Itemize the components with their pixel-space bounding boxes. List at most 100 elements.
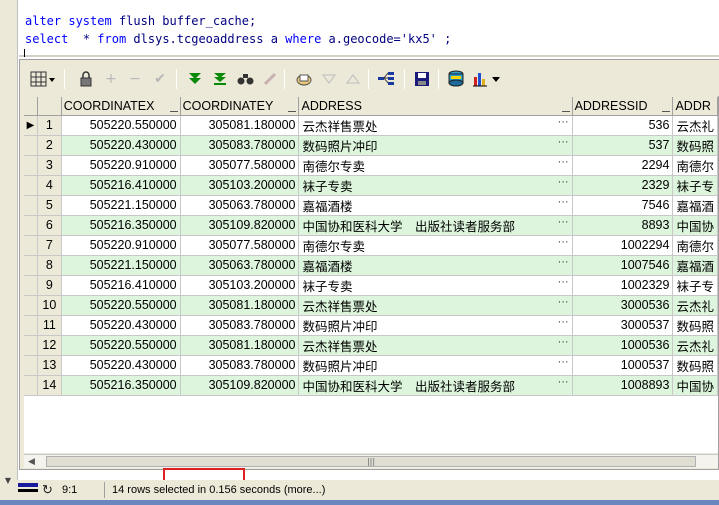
filter-icon[interactable] xyxy=(319,69,339,89)
horizontal-scrollbar[interactable]: ◀ ||| xyxy=(24,454,718,468)
scroll-left-icon[interactable]: ◀ xyxy=(28,455,35,469)
cell-coordinatex[interactable]: 505216.410000 xyxy=(61,175,181,196)
row-number[interactable]: 12 xyxy=(37,335,62,356)
cell-addr[interactable]: 数码照 xyxy=(672,135,718,156)
cell-coordinatex[interactable]: 505216.350000 xyxy=(61,375,181,396)
cell-editor-button[interactable]: ··· xyxy=(558,196,569,208)
cell-coordinatex[interactable]: 505216.350000 xyxy=(61,215,181,236)
cell-coordinatex[interactable]: 505220.550000 xyxy=(61,115,181,136)
cell-address[interactable]: 中国协和医科大学 出版社读者服务部 ··· xyxy=(298,375,573,396)
cell-address[interactable]: 数码照片冲印 ··· xyxy=(298,315,573,336)
cell-editor-button[interactable]: ··· xyxy=(558,376,569,388)
table-row[interactable]: 6 505216.350000 305109.820000 中国协和医科大学 出版社读… xyxy=(24,215,718,236)
save-icon[interactable] xyxy=(412,69,432,89)
cell-addr[interactable]: 中国协 xyxy=(672,215,718,236)
post-icon[interactable]: ✔ xyxy=(150,69,170,89)
cell-addr[interactable]: 数码照 xyxy=(672,315,718,336)
cell-addr[interactable]: 云杰礼 xyxy=(672,295,718,316)
cell-addressid[interactable]: 1002329 xyxy=(572,275,674,296)
table-row[interactable]: 2 505220.430000 305083.780000 数码照片冲印 ··· 537 数… xyxy=(24,135,718,156)
cell-address[interactable]: 云杰祥售票处 ··· xyxy=(298,295,573,316)
cell-coordinatex[interactable]: 505216.410000 xyxy=(61,275,181,296)
cell-address[interactable]: 嘉福酒楼 ··· xyxy=(298,255,573,276)
row-indicator[interactable] xyxy=(24,275,38,296)
cell-editor-button[interactable]: ··· xyxy=(558,356,569,368)
cell-coordinatey[interactable]: 305077.580000 xyxy=(180,235,300,256)
chart-icon[interactable] xyxy=(472,69,502,89)
cell-addr[interactable]: 嘉福酒 xyxy=(672,195,718,216)
row-number[interactable]: 7 xyxy=(37,235,62,256)
cell-coordinatex[interactable]: 505221.150000 xyxy=(61,255,181,276)
cell-addressid[interactable]: 2294 xyxy=(572,155,674,176)
cell-address[interactable]: 南德尔专卖 ··· xyxy=(298,155,573,176)
cell-address[interactable]: 云杰祥售票处 ··· xyxy=(298,335,573,356)
fetch-last-icon[interactable] xyxy=(210,69,230,89)
scrollbar-thumb[interactable]: ||| xyxy=(46,456,696,467)
sort-handle[interactable] xyxy=(288,110,297,112)
table-row[interactable]: 10 505220.550000 305081.180000 云杰祥售票处 ··· 300… xyxy=(24,295,718,316)
sort-handle[interactable] xyxy=(169,110,178,112)
cell-addressid[interactable]: 536 xyxy=(572,115,674,136)
cell-address[interactable]: 数码照片冲印 ··· xyxy=(298,355,573,376)
row-number[interactable]: 10 xyxy=(37,295,62,316)
row-indicator[interactable] xyxy=(24,195,38,216)
cell-coordinatey[interactable]: 305063.780000 xyxy=(180,195,300,216)
row-number[interactable]: 14 xyxy=(37,375,62,396)
row-number[interactable]: 8 xyxy=(37,255,62,276)
cell-coordinatey[interactable]: 305103.200000 xyxy=(180,275,300,296)
row-indicator[interactable] xyxy=(24,215,38,236)
cell-address[interactable]: 袜子专卖 ··· xyxy=(298,275,573,296)
table-row[interactable]: 7 505220.910000 305077.580000 南德尔专卖 ··· 10022… xyxy=(24,235,718,256)
cell-coordinatey[interactable]: 305063.780000 xyxy=(180,255,300,276)
sort-handle[interactable] xyxy=(561,110,570,112)
cell-addressid[interactable]: 1007546 xyxy=(572,255,674,276)
cell-coordinatex[interactable]: 505220.550000 xyxy=(61,295,181,316)
export-icon[interactable] xyxy=(446,69,466,89)
row-indicator[interactable] xyxy=(24,255,38,276)
status-message[interactable]: 14 rows selected in 0.156 seconds (more.… xyxy=(112,484,325,496)
table-row[interactable]: 4 505216.410000 305103.200000 袜子专卖 ··· 2329 袜子… xyxy=(24,175,718,196)
cell-addressid[interactable]: 2329 xyxy=(572,175,674,196)
refresh-icon[interactable]: ↻ xyxy=(42,482,53,498)
cell-editor-button[interactable]: ··· xyxy=(558,236,569,248)
query-by-example-icon[interactable] xyxy=(294,69,314,89)
table-row[interactable]: 12 505220.550000 305081.180000 云杰祥售票处 ··· 100… xyxy=(24,335,718,356)
table-row[interactable]: 8 505221.150000 305063.780000 嘉福酒楼 ··· 100754… xyxy=(24,255,718,276)
table-row[interactable]: 3 505220.910000 305077.580000 南德尔专卖 ··· 2294 南… xyxy=(24,155,718,176)
cell-addressid[interactable]: 1000537 xyxy=(572,355,674,376)
cell-addr[interactable]: 南德尔 xyxy=(672,235,718,256)
column-header-addressid[interactable]: ADDRESSID xyxy=(572,97,674,116)
cell-addressid[interactable]: 537 xyxy=(572,135,674,156)
cell-address[interactable]: 云杰祥售票处 ··· xyxy=(298,115,573,136)
corner-header[interactable] xyxy=(24,97,38,116)
cell-editor-button[interactable]: ··· xyxy=(558,156,569,168)
rownum-header[interactable] xyxy=(37,97,62,116)
sql-editor[interactable]: alter system flush buffer_cache; select … xyxy=(19,0,719,57)
cell-editor-button[interactable]: ··· xyxy=(558,216,569,228)
fetch-next-icon[interactable] xyxy=(185,69,205,89)
row-indicator[interactable] xyxy=(24,135,38,156)
scroll-down-icon[interactable]: ▼ xyxy=(2,475,14,487)
table-row[interactable]: 9 505216.410000 305103.200000 袜子专卖 ··· 100232… xyxy=(24,275,718,296)
row-indicator[interactable] xyxy=(24,175,38,196)
cell-address[interactable]: 中国协和医科大学 出版社读者服务部 ··· xyxy=(298,215,573,236)
cell-coordinatex[interactable]: 505220.430000 xyxy=(61,355,181,376)
cell-coordinatey[interactable]: 305103.200000 xyxy=(180,175,300,196)
tree-icon[interactable] xyxy=(376,69,396,89)
cell-coordinatex[interactable]: 505220.430000 xyxy=(61,135,181,156)
table-row[interactable]: 5 505221.150000 305063.780000 嘉福酒楼 ··· 7546 嘉福… xyxy=(24,195,718,216)
row-number[interactable]: 4 xyxy=(37,175,62,196)
lock-icon[interactable] xyxy=(76,69,96,89)
row-number[interactable]: 2 xyxy=(37,135,62,156)
add-record-icon[interactable]: + xyxy=(101,69,121,89)
cell-coordinatey[interactable]: 305081.180000 xyxy=(180,295,300,316)
cell-editor-button[interactable]: ··· xyxy=(558,296,569,308)
current-row-indicator-icon[interactable]: ▶ xyxy=(24,115,38,136)
cell-editor-button[interactable]: ··· xyxy=(558,336,569,348)
cell-address[interactable]: 嘉福酒楼 ··· xyxy=(298,195,573,216)
cell-coordinatey[interactable]: 305083.780000 xyxy=(180,315,300,336)
row-indicator[interactable] xyxy=(24,355,38,376)
cell-editor-button[interactable]: ··· xyxy=(558,276,569,288)
cell-coordinatey[interactable]: 305081.180000 xyxy=(180,335,300,356)
column-header-addr[interactable]: ADDR xyxy=(672,97,718,116)
